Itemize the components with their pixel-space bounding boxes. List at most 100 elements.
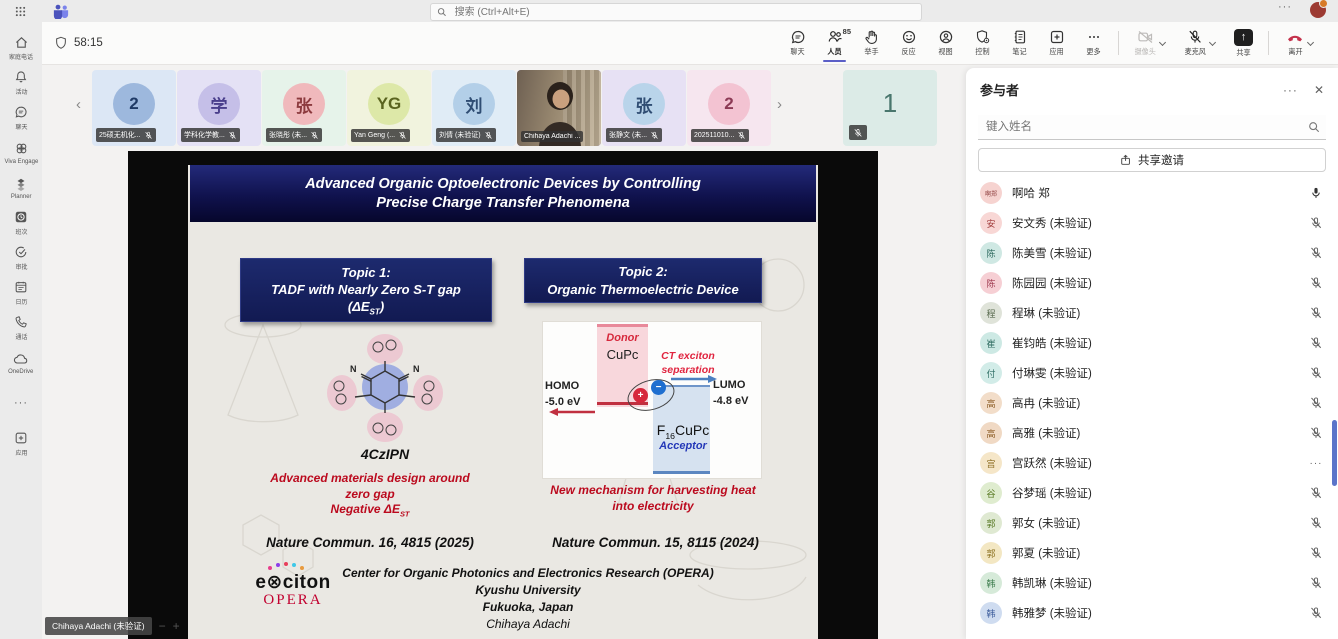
participant-row[interactable]: 啊郑 啊哈 郑 <box>966 178 1338 208</box>
video-tile[interactable]: YG Yan Geng (... <box>347 70 431 146</box>
participant-row[interactable]: 崔 崔钧皓 (未验证) <box>966 328 1338 358</box>
toolbar-notes-button[interactable]: 笔记 <box>1002 24 1037 62</box>
sidebar-item-shifts[interactable]: 班次 <box>0 205 42 240</box>
sidebar-item-calls[interactable]: 通话 <box>0 310 42 345</box>
video-tile[interactable]: 张 张晓彤 (未... <box>262 70 346 146</box>
mic-off-icon[interactable] <box>1308 276 1324 290</box>
participant-row[interactable]: 安 安文秀 (未验证) <box>966 208 1338 238</box>
toolbar-more-button[interactable]: 更多 <box>1076 24 1111 62</box>
toolbar-control-button[interactable]: 控制 <box>965 24 1000 62</box>
video-tile[interactable]: 张 张静文 (未... <box>602 70 686 146</box>
sidebar-item-apps[interactable]: 应用 <box>0 426 42 461</box>
mic-off-icon[interactable] <box>1308 576 1324 590</box>
toolbar-chat-button[interactable]: 聊天 <box>780 24 815 62</box>
toolbar-apps-button[interactable]: 应用 <box>1039 24 1074 62</box>
mic-off-icon[interactable] <box>1308 246 1324 260</box>
participant-row[interactable]: 高 高冉 (未验证) <box>966 388 1338 418</box>
search-input[interactable] <box>453 6 915 19</box>
participant-row[interactable]: 程 程琳 (未验证) <box>966 298 1338 328</box>
close-icon[interactable]: ✕ <box>1314 83 1324 97</box>
avatar: 刘 <box>453 83 495 125</box>
toolbar-react-button[interactable]: 反应 <box>891 24 926 62</box>
mic-off-icon[interactable] <box>1308 546 1324 560</box>
sidebar-item-calendar[interactable]: 日历 <box>0 275 42 310</box>
panel-more-menu[interactable]: ··· <box>1283 83 1298 97</box>
toolbar-share-button[interactable]: ↑ 共享 <box>1226 24 1261 62</box>
avatar: 韩 <box>980 602 1002 624</box>
toolbar-mic-button[interactable]: 麦克风 <box>1176 24 1224 62</box>
sidebar-item-approvals[interactable]: 审批 <box>0 240 42 275</box>
nitrile-n-label: N <box>413 364 420 374</box>
sidebar-item-viva-engage[interactable]: Viva Engage <box>0 135 42 170</box>
participant-row[interactable]: 郭 郭女 (未验证) <box>966 508 1338 538</box>
participant-row[interactable]: 韩 韩凯琳 (未验证) <box>966 568 1338 598</box>
leave-call-icon <box>1286 29 1304 45</box>
camera-off-icon <box>1137 29 1154 45</box>
reference-2: Nature Commun. 15, 8115 (2024) <box>533 535 778 550</box>
participant-search-input[interactable] <box>984 120 1302 134</box>
avatar: 高 <box>980 392 1002 414</box>
titlebar-more-menu[interactable]: ··· <box>1278 1 1292 13</box>
participant-row[interactable]: 陈 陈园园 (未验证) <box>966 268 1338 298</box>
sidebar-item-more[interactable]: ··· <box>0 390 42 416</box>
sidebar-item-chat[interactable]: 聊天 <box>0 100 42 135</box>
zoom-out-button[interactable]: − <box>159 621 166 631</box>
mic-off-icon[interactable] <box>1308 396 1324 410</box>
video-tile[interactable]: 2 25硕无机化... <box>92 70 176 146</box>
participant-row[interactable]: 郭 郭夏 (未验证) <box>966 538 1338 568</box>
participant-row[interactable]: 付 付琳雯 (未验证) <box>966 358 1338 388</box>
avatar: 崔 <box>980 332 1002 354</box>
toolbar-leave-button[interactable]: 离开 <box>1276 24 1324 62</box>
view-more-link[interactable]: 查看更多信息 <box>966 628 1338 639</box>
row-more-menu[interactable]: ··· <box>1308 458 1324 469</box>
chevron-down-icon[interactable] <box>1159 40 1166 47</box>
global-search[interactable] <box>430 3 922 21</box>
scrollbar-thumb[interactable] <box>1332 420 1337 486</box>
video-tile-overflow[interactable]: 1 <box>843 70 937 146</box>
avatar: 张 <box>623 83 665 125</box>
mic-off-icon[interactable] <box>1308 426 1324 440</box>
participant-row[interactable]: 高 高雅 (未验证) <box>966 418 1338 448</box>
zoom-in-button[interactable]: + <box>173 621 180 631</box>
toolbar-raise-hand-button[interactable]: 举手 <box>854 24 889 62</box>
app-launcher-icon[interactable] <box>12 3 28 19</box>
hole-plus: + <box>633 388 648 403</box>
toolbar-view-button[interactable]: 视图 <box>928 24 963 62</box>
mic-off-icon <box>228 131 237 140</box>
avatar: 2 <box>708 83 750 125</box>
mic-off-icon[interactable] <box>1308 216 1324 230</box>
participant-row[interactable]: 宫 宫跃然 (未验证) ··· <box>966 448 1338 478</box>
avatar: 学 <box>198 83 240 125</box>
sidebar-item-home[interactable]: 家庭电话 <box>0 30 42 65</box>
mic-off-icon[interactable] <box>1308 306 1324 320</box>
strip-next-button[interactable]: › <box>777 96 782 113</box>
participant-row[interactable]: 陈 陈美雪 (未验证) <box>966 238 1338 268</box>
sidebar-item-planner[interactable]: Planner <box>0 170 42 205</box>
mic-on-icon[interactable] <box>1308 186 1324 200</box>
video-tile[interactable]: 学 学科化学教... <box>177 70 261 146</box>
mic-off-icon[interactable] <box>1308 366 1324 380</box>
chevron-down-icon[interactable] <box>1209 40 1216 47</box>
participant-search[interactable] <box>978 115 1326 140</box>
mic-off-icon[interactable] <box>1308 606 1324 620</box>
sidebar-item-activity[interactable]: 活动 <box>0 65 42 100</box>
strip-prev-button[interactable]: ‹ <box>76 96 81 113</box>
chevron-down-icon[interactable] <box>1307 40 1314 47</box>
video-tile[interactable]: 2 202511010... <box>687 70 771 146</box>
presentation-stage: Advanced Organic Optoelectronic Devices … <box>128 151 878 639</box>
share-invite-button[interactable]: 共享邀请 <box>978 148 1326 172</box>
participant-row[interactable]: 谷 谷梦瑶 (未验证) <box>966 478 1338 508</box>
search-icon <box>1308 121 1320 133</box>
video-tile[interactable]: 刘 刘倩 (未验证) <box>432 70 516 146</box>
video-tile-speaker[interactable]: Chihaya Adachi ... <box>517 70 601 146</box>
participant-row[interactable]: 韩 韩雅梦 (未验证) <box>966 598 1338 628</box>
sidebar-item-onedrive[interactable]: OneDrive <box>0 345 42 380</box>
toolbar-camera-button[interactable]: 摄像头 <box>1126 24 1174 62</box>
toolbar-separator <box>1118 31 1119 55</box>
toolbar-people-button[interactable]: 85 人员 <box>817 24 852 62</box>
mic-off-icon <box>1187 29 1203 45</box>
mic-off-icon[interactable] <box>1308 486 1324 500</box>
mic-off-icon[interactable] <box>1308 516 1324 530</box>
profile-avatar[interactable] <box>1310 2 1326 18</box>
mic-off-icon[interactable] <box>1308 336 1324 350</box>
